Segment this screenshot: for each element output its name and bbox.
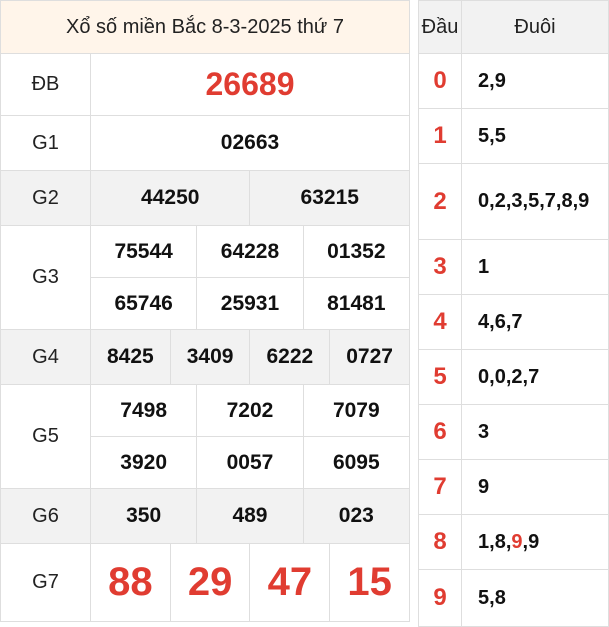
g2-number: 44250: [89, 170, 251, 226]
prize-label-g1: G1: [0, 115, 91, 171]
tail-digit: 7: [511, 310, 523, 333]
tail-digit: 9: [528, 530, 540, 553]
g5-number: 7202: [196, 384, 304, 437]
tail-digit: 1: [478, 530, 490, 553]
g5-number: 0057: [196, 436, 304, 489]
tail-digit: 9: [478, 475, 490, 498]
g2-number: 63215: [249, 170, 410, 226]
loto-tails: 0,0,2,7: [461, 349, 609, 405]
tail-digit: 5: [528, 190, 540, 212]
g4-number: 0727: [329, 329, 410, 385]
g3-number: 65746: [89, 277, 198, 330]
loto-tails: 2,9: [461, 53, 609, 109]
loto-head: 1: [418, 108, 462, 164]
tail-digit: 6: [494, 310, 506, 333]
g5-number: 7079: [302, 384, 411, 437]
loto-tails: 5,8: [461, 569, 609, 627]
special-prize-number: 26689: [90, 53, 410, 116]
g6-number: 489: [196, 488, 304, 544]
loto-tails: 4,6,7: [461, 294, 609, 350]
loto-tails: 0,2,3,5,7,8,9: [461, 163, 609, 240]
g7-number: 47: [249, 543, 331, 622]
g1-number: 02663: [90, 115, 410, 171]
lottery-results-table: Xổ số miền Bắc 8-3-2025 thứ 7 ĐB 26689 G…: [0, 0, 411, 622]
tail-column-header: Đuôi: [461, 0, 609, 54]
prize-label-g3: G3: [0, 225, 91, 330]
loto-head: 4: [418, 294, 462, 350]
loto-head: 6: [418, 404, 462, 460]
g6-number: 023: [302, 488, 411, 544]
loto-tails: 1,8,9,9: [461, 514, 609, 570]
loto-head: 8: [418, 514, 462, 570]
g6-number: 350: [89, 488, 198, 544]
prize-label-g7: G7: [0, 543, 91, 622]
tail-digit: 5: [478, 586, 490, 609]
g5-number: 3920: [89, 436, 198, 489]
prize-label-g5: G5: [0, 384, 91, 489]
g3-number: 64228: [196, 225, 304, 278]
tail-digit: 4: [478, 310, 490, 333]
tail-digit: 0: [494, 365, 506, 388]
tail-digit: 3: [478, 420, 490, 443]
tail-digit: 0: [478, 190, 490, 212]
tail-digit: 8: [561, 190, 573, 212]
head-column-header: Đầu: [418, 0, 462, 54]
loto-head: 9: [418, 569, 462, 627]
g4-number: 8425: [90, 329, 171, 385]
loto-tails: 5,5: [461, 108, 609, 164]
g3-number: 25931: [196, 277, 304, 330]
loto-head-tail-table: Đầu Đuôi 0 2,9 1 5,5 2 0,2,3,5,7,8,9 31 4 4,…: [418, 0, 609, 627]
g5-number: 7498: [89, 384, 198, 437]
loto-tails: 3: [461, 404, 609, 460]
g5-number: 6095: [302, 436, 411, 489]
g3-number: 01352: [302, 225, 411, 278]
tail-digit: 1: [478, 255, 490, 278]
tail-digit: 7: [544, 190, 556, 212]
g3-number: 81481: [302, 277, 411, 330]
loto-head: 0: [418, 53, 462, 109]
loto-tails: 1: [461, 239, 609, 295]
prize-label-db: ĐB: [0, 53, 91, 116]
tail-digit: 9: [511, 530, 523, 553]
prize-label-g4: G4: [0, 329, 91, 385]
g7-number: 29: [169, 543, 251, 622]
g4-number: 6222: [249, 329, 331, 385]
tail-digit: 5: [494, 124, 506, 147]
tail-digit: 7: [528, 365, 540, 388]
tail-digit: 2: [511, 365, 523, 388]
loto-head: 2: [418, 163, 462, 240]
tail-digit: 2: [494, 190, 506, 212]
tail-digit: 5: [478, 124, 490, 147]
tail-digit: 9: [578, 190, 590, 212]
loto-head: 3: [418, 239, 462, 295]
tail-digit: 3: [511, 190, 523, 212]
g7-number: 88: [90, 543, 171, 622]
g3-number: 75544: [89, 225, 198, 278]
tail-digit: 8: [494, 530, 506, 553]
tail-digit: 0: [478, 365, 490, 388]
tail-digit: 8: [494, 586, 506, 609]
results-title: Xổ số miền Bắc 8-3-2025 thứ 7: [0, 0, 410, 54]
tail-digit: 2: [478, 69, 490, 92]
loto-tails: 9: [461, 459, 609, 515]
loto-head: 7: [418, 459, 462, 515]
prize-label-g2: G2: [0, 170, 91, 226]
g7-number: 15: [329, 543, 410, 622]
loto-head: 5: [418, 349, 462, 405]
prize-label-g6: G6: [0, 488, 91, 544]
g4-number: 3409: [169, 329, 251, 385]
tail-digit: 9: [494, 69, 506, 92]
